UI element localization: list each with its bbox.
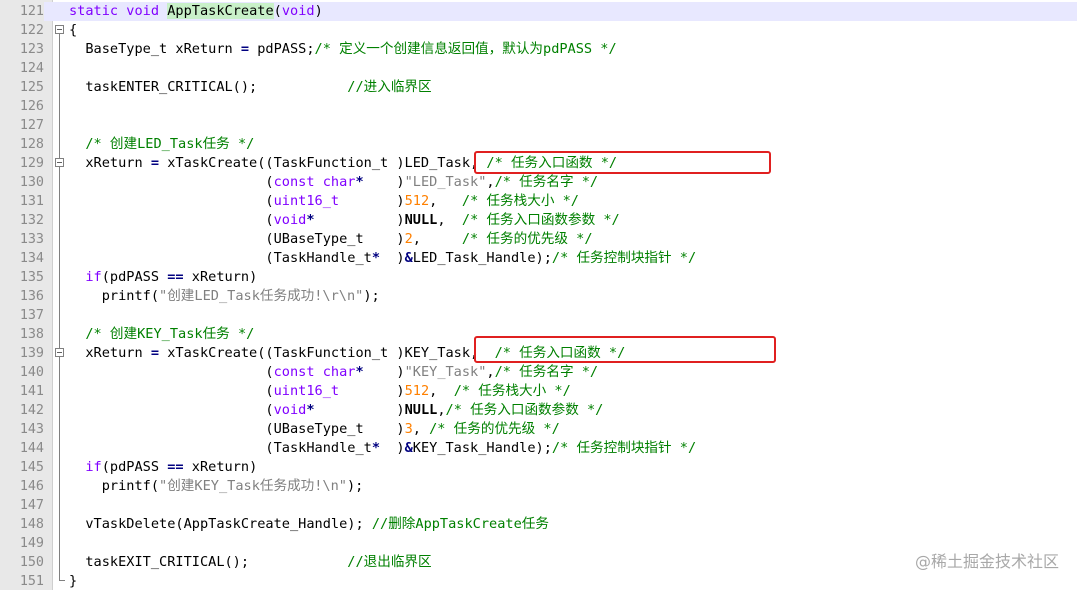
code-text: (TaskHandle_t* )&KEY_Task_Handle);/* 任务控…: [69, 440, 697, 456]
code-line[interactable]: 133 (UBaseType_t )2, /* 任务的优先级 */: [0, 230, 1077, 249]
line-number: 122: [19, 23, 44, 38]
line-number: 123: [19, 42, 44, 57]
code-text: (uint16_t )512, /* 任务栈大小 */: [69, 383, 571, 399]
code-text: (UBaseType_t )3, /* 任务的优先级 */: [69, 421, 560, 437]
watermark: @稀土掘金技术社区: [914, 552, 1059, 571]
line-number: 147: [19, 498, 44, 513]
code-text: (const char* )"KEY_Task",/* 任务名字 */: [69, 364, 599, 380]
code-text: (uint16_t )512, /* 任务栈大小 */: [69, 193, 579, 209]
code-line[interactable]: 141 (uint16_t )512, /* 任务栈大小 */: [0, 382, 1077, 401]
line-number: 133: [19, 232, 44, 247]
code-text: (UBaseType_t )2, /* 任务的优先级 */: [69, 231, 593, 247]
code-text: (const char* )"LED_Task",/* 任务名字 */: [69, 174, 599, 190]
code-text: taskENTER_CRITICAL(); //进入临界区: [69, 79, 432, 95]
line-number: 145: [19, 460, 44, 475]
code-line[interactable]: 148 vTaskDelete(AppTaskCreate_Handle); /…: [0, 515, 1077, 534]
code-line[interactable]: 125 taskENTER_CRITICAL(); //进入临界区: [0, 78, 1077, 97]
highlight-box-led-task: [474, 151, 771, 174]
fold-toggle-icon[interactable]: [55, 25, 64, 34]
line-number: 132: [19, 213, 44, 228]
line-number: 139: [19, 346, 44, 361]
line-number: 143: [19, 422, 44, 437]
line-number: 125: [19, 80, 44, 95]
line-number: 142: [19, 403, 44, 418]
line-number: 146: [19, 479, 44, 494]
line-number: 150: [19, 555, 44, 570]
code-text: vTaskDelete(AppTaskCreate_Handle); //删除A…: [69, 516, 549, 532]
line-number: 135: [19, 270, 44, 285]
code-text: /* 创建LED_Task任务 */: [85, 136, 255, 152]
code-text: printf("创建LED_Task任务成功!\r\n");: [69, 288, 380, 304]
line-number: 126: [19, 99, 44, 114]
highlight-box-key-task: [474, 336, 776, 363]
line-number: 134: [19, 251, 44, 266]
code-text: if(pdPASS == xReturn): [85, 269, 258, 285]
fold-toggle-icon[interactable]: [55, 158, 64, 167]
line-number: 149: [19, 536, 44, 551]
code-line[interactable]: 123 BaseType_t xReturn = pdPASS;/* 定义一个创…: [0, 40, 1077, 59]
code-text: /* 创建KEY_Task任务 */: [85, 326, 255, 342]
code-line[interactable]: 140 (const char* )"KEY_Task",/* 任务名字 */: [0, 363, 1077, 382]
line-number: 137: [19, 308, 44, 323]
code-line[interactable]: 132 (void* )NULL, /* 任务入口函数参数 */: [0, 211, 1077, 230]
code-editor[interactable]: 121 static void AppTaskCreate(void) 122 {12…: [0, 0, 1077, 590]
line-number: 128: [19, 137, 44, 152]
line-number: 138: [19, 327, 44, 342]
line-number: 151: [19, 574, 44, 589]
code-line[interactable]: 130 (const char* )"LED_Task",/* 任务名字 */: [0, 173, 1077, 192]
code-text: (void* )NULL, /* 任务入口函数参数 */: [69, 212, 620, 228]
line-number: 136: [19, 289, 44, 304]
code-line[interactable]: 124: [0, 59, 1077, 78]
code-text: if(pdPASS == xReturn): [85, 459, 258, 475]
code-line[interactable]: 126: [0, 97, 1077, 116]
code-line[interactable]: 144 (TaskHandle_t* )&KEY_Task_Handle);/*…: [0, 439, 1077, 458]
code-text: printf("创建KEY_Task任务成功!\n");: [69, 478, 364, 494]
code-line[interactable]: 122 {: [0, 21, 1077, 40]
code-line[interactable]: 136 printf("创建LED_Task任务成功!\r\n");: [0, 287, 1077, 306]
line-number: 131: [19, 194, 44, 209]
code-text: (void* )NULL,/* 任务入口函数参数 */: [69, 402, 604, 418]
code-text: {: [69, 22, 78, 38]
code-line[interactable]: 145 if(pdPASS == xReturn): [0, 458, 1077, 477]
fold-toggle-icon[interactable]: [55, 348, 64, 357]
line-number: 127: [19, 118, 44, 133]
code-line[interactable]: 131 (uint16_t )512, /* 任务栈大小 */: [0, 192, 1077, 211]
code-line[interactable]: 146 printf("创建KEY_Task任务成功!\n");: [0, 477, 1077, 496]
code-line[interactable]: 137: [0, 306, 1077, 325]
code-text: taskEXIT_CRITICAL(); //退出临界区: [69, 554, 432, 570]
line-number: 129: [19, 156, 44, 171]
line-number: 124: [19, 61, 44, 76]
line-number: 121: [0, 2, 44, 21]
code-line[interactable]: 142 (void* )NULL,/* 任务入口函数参数 */: [0, 401, 1077, 420]
code-text: BaseType_t xReturn = pdPASS;/* 定义一个创建信息返…: [69, 41, 617, 57]
code-line[interactable]: 135 if(pdPASS == xReturn): [0, 268, 1077, 287]
code-line[interactable]: 127: [0, 116, 1077, 135]
code-line[interactable]: 134 (TaskHandle_t* )&LED_Task_Handle);/*…: [0, 249, 1077, 268]
code-text: (TaskHandle_t* )&LED_Task_Handle);/* 任务控…: [69, 250, 697, 266]
code-line[interactable]: 143 (UBaseType_t )3, /* 任务的优先级 */: [0, 420, 1077, 439]
line-number: 140: [19, 365, 44, 380]
line-number: 148: [19, 517, 44, 532]
line-number: 141: [19, 384, 44, 399]
code-text: static void AppTaskCreate(void): [69, 3, 323, 19]
code-line[interactable]: 151}: [0, 572, 1077, 591]
line-number: 144: [19, 441, 44, 456]
code-line[interactable]: 147: [0, 496, 1077, 515]
code-line[interactable]: 121 static void AppTaskCreate(void): [0, 2, 1077, 21]
code-text: }: [69, 573, 78, 589]
line-number: 130: [19, 175, 44, 190]
